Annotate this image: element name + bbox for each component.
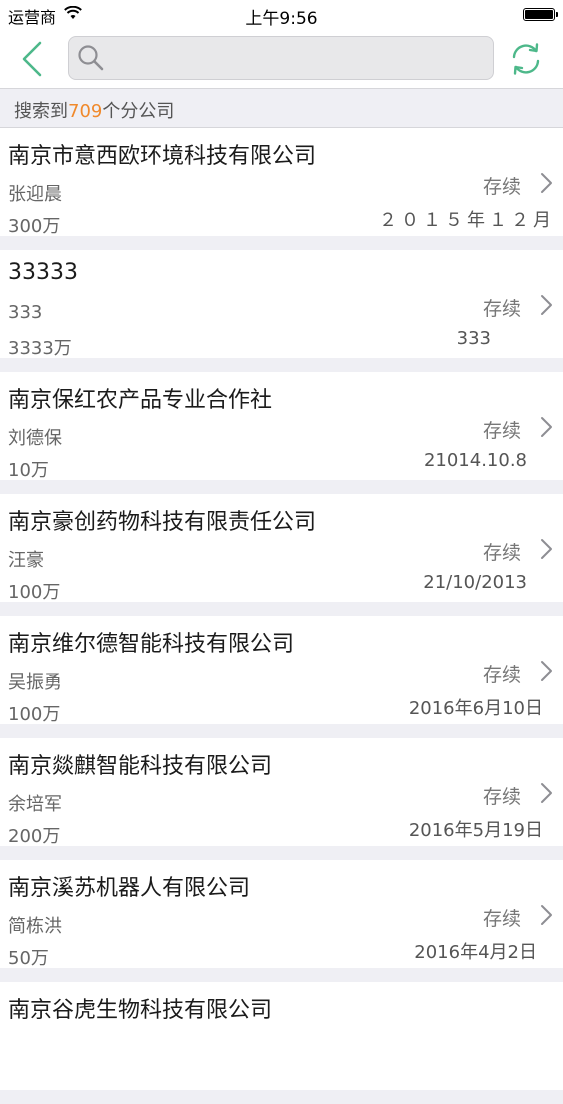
company-status: 存续 bbox=[482, 664, 521, 686]
company-status: 存续 bbox=[482, 298, 521, 320]
company-name: 南京维尔德智能科技有限公司 bbox=[8, 632, 295, 657]
status-bar: 运营商 上午9:56 bbox=[0, 0, 563, 30]
company-status: 存续 bbox=[482, 542, 521, 564]
legal-representative: 汪豪 bbox=[8, 550, 44, 571]
company-name: 南京燚麒智能科技有限公司 bbox=[8, 754, 273, 779]
result-count: 709 bbox=[68, 101, 103, 122]
legal-representative: 刘德保 bbox=[8, 428, 62, 449]
result-prefix: 搜索到 bbox=[14, 101, 68, 122]
refresh-icon[interactable] bbox=[508, 42, 544, 76]
legal-representative: 简栋洪 bbox=[8, 916, 62, 937]
list-item[interactable]: 南京维尔德智能科技有限公司 吴振勇 100万 存续 2016年6月10日 bbox=[0, 616, 563, 725]
company-name: 33333 bbox=[8, 260, 78, 285]
company-name: 南京溪苏机器人有限公司 bbox=[8, 876, 251, 901]
establish-date: 2016年4月2日 bbox=[414, 942, 537, 963]
list-item[interactable]: 33333 333 3333万 存续 333 bbox=[0, 250, 563, 359]
status-time: 上午9:56 bbox=[245, 9, 318, 29]
search-icon bbox=[78, 45, 104, 71]
registered-capital: 100万 bbox=[8, 582, 61, 603]
company-name: 南京豪创药物科技有限责任公司 bbox=[8, 510, 317, 535]
nav-bar bbox=[0, 30, 563, 88]
company-status: 存续 bbox=[482, 420, 521, 442]
registered-capital: 3333万 bbox=[8, 338, 72, 359]
company-name: 南京谷虎生物科技有限公司 bbox=[8, 998, 273, 1023]
list-item[interactable]: 南京燚麒智能科技有限公司 余培军 200万 存续 2016年5月19日 bbox=[0, 738, 563, 847]
registered-capital: 10万 bbox=[8, 460, 49, 481]
registered-capital: 200万 bbox=[8, 826, 61, 847]
registered-capital: 100万 bbox=[8, 704, 61, 725]
company-status: 存续 bbox=[482, 786, 521, 808]
list-item[interactable]: 南京溪苏机器人有限公司 简栋洪 50万 存续 2016年4月2日 bbox=[0, 860, 563, 969]
legal-representative: 张迎晨 bbox=[8, 184, 62, 205]
search-box[interactable] bbox=[68, 36, 494, 80]
company-status: 存续 bbox=[482, 176, 521, 198]
list-item[interactable]: 南京谷虎生物科技有限公司 bbox=[0, 982, 563, 1090]
list-item[interactable]: 南京保红农产品专业合作社 刘德保 10万 存续 21014.10.8 bbox=[0, 372, 563, 481]
establish-date: 21014.10.8 bbox=[423, 450, 527, 471]
result-count-bar: 搜索到709个分公司 bbox=[0, 88, 563, 128]
chevron-right-icon bbox=[541, 173, 552, 193]
company-status: 存续 bbox=[482, 908, 521, 930]
legal-representative: 333 bbox=[8, 302, 43, 323]
result-suffix: 个分公司 bbox=[102, 101, 175, 122]
establish-date: ２０１５年１２月 bbox=[379, 210, 555, 231]
search-input[interactable] bbox=[111, 41, 485, 77]
company-name: 南京保红农产品专业合作社 bbox=[8, 388, 273, 413]
chevron-left-icon[interactable] bbox=[18, 40, 48, 78]
list-item[interactable]: 南京豪创药物科技有限责任公司 汪豪 100万 存续 21/10/2013 bbox=[0, 494, 563, 603]
result-count-text: 搜索到709个分公司 bbox=[14, 97, 174, 123]
registered-capital: 50万 bbox=[8, 948, 49, 969]
battery-icon bbox=[523, 8, 558, 21]
chevron-right-icon bbox=[541, 295, 552, 315]
list-item[interactable]: 南京市意西欧环境科技有限公司 张迎晨 300万 存续 ２０１５年１２月 bbox=[0, 128, 563, 237]
chevron-right-icon bbox=[541, 905, 552, 925]
legal-representative: 吴振勇 bbox=[8, 672, 62, 693]
legal-representative: 余培军 bbox=[8, 794, 62, 815]
company-name: 南京市意西欧环境科技有限公司 bbox=[8, 144, 317, 169]
establish-date: 2016年6月10日 bbox=[408, 698, 543, 719]
chevron-right-icon bbox=[541, 661, 552, 681]
chevron-right-icon bbox=[541, 417, 552, 437]
establish-date: 2016年5月19日 bbox=[408, 820, 543, 841]
chevron-right-icon bbox=[541, 783, 552, 803]
chevron-right-icon bbox=[541, 539, 552, 559]
company-list: 南京市意西欧环境科技有限公司 张迎晨 300万 存续 ２０１５年１２月 3333… bbox=[0, 128, 563, 1104]
establish-date: 21/10/2013 bbox=[423, 572, 527, 593]
registered-capital: 300万 bbox=[8, 216, 61, 237]
establish-date: 333 bbox=[456, 328, 491, 349]
